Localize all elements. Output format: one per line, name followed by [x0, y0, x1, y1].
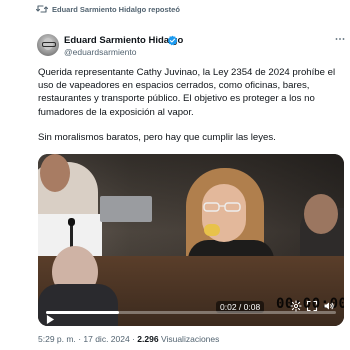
verified-badge-icon [167, 35, 178, 46]
video-progress-bar[interactable] [46, 311, 336, 314]
repost-label[interactable]: Eduard Sarmiento Hidalgo reposteó [52, 5, 180, 14]
repost-icon [36, 5, 48, 13]
views-count: 2.296 [137, 334, 159, 344]
tweet-metadata: 5:29 p. m. · 17 dic. 2024 · 2.296 Visual… [38, 334, 220, 344]
author-name[interactable]: Eduard Sarmiento Hidalgo [64, 35, 183, 46]
tweet-time[interactable]: 5:29 p. m. [38, 334, 76, 344]
avatar[interactable] [37, 34, 59, 56]
play-icon[interactable] [46, 314, 55, 325]
vape-device [204, 224, 220, 236]
author-handle[interactable]: @eduardsarmiento [64, 47, 136, 57]
tweet-paragraph: Sin moralismos baratos, pero hay que cum… [38, 131, 276, 143]
tweet-text: Querida representante Cathy Juvinao, la … [38, 66, 344, 144]
tweet-date[interactable]: 17 dic. 2024 [83, 334, 129, 344]
tweet-paragraph: Querida representante Cathy Juvinao, la … [38, 67, 336, 118]
views-label: Visualizaciones [160, 334, 220, 344]
video-progress-fill [46, 311, 119, 314]
video-player[interactable]: 00:00:00 0:02 / 0:08 [38, 154, 344, 326]
more-options-icon[interactable] [334, 33, 346, 45]
